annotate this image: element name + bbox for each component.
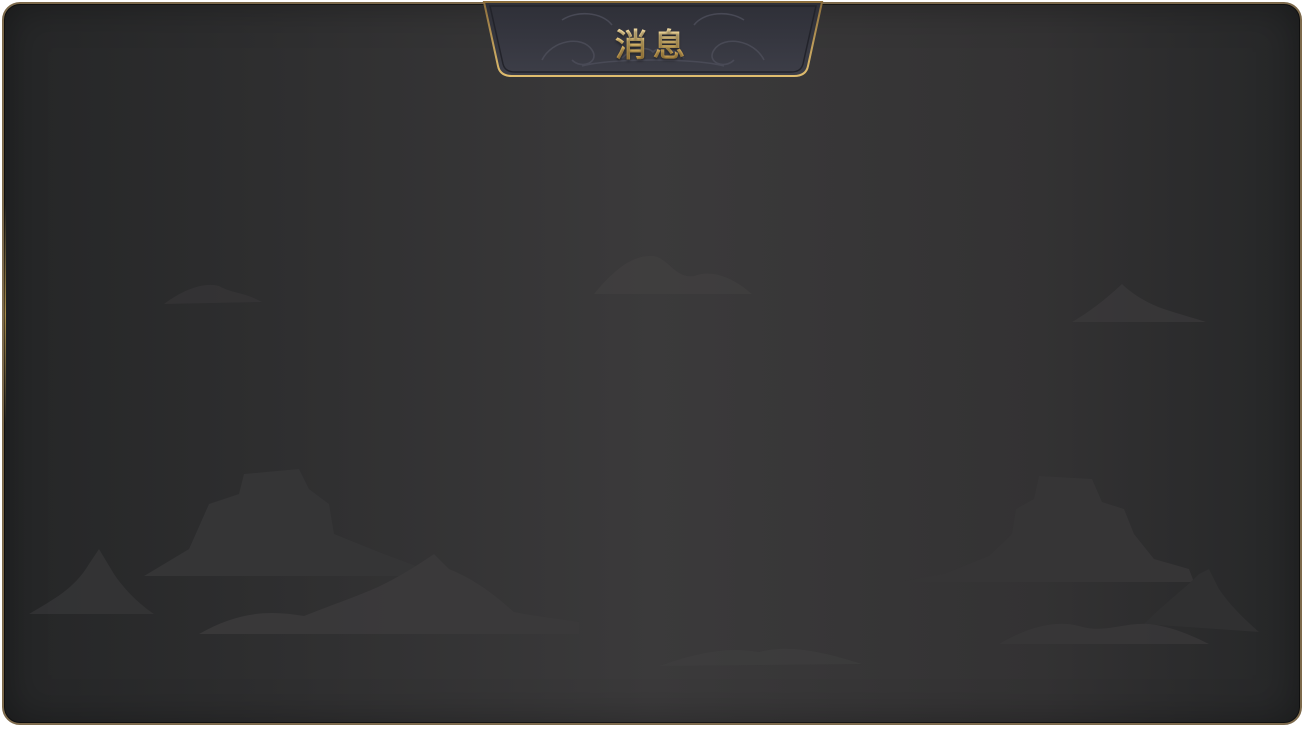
dialog-title: 消息 <box>482 20 824 66</box>
mountain-decoration-bottom-right-ridge <box>999 623 1209 644</box>
mountain-scenery-background <box>29 255 1259 666</box>
mountain-decoration-top-left <box>164 284 262 304</box>
mountain-decoration-bottom-left-peak <box>29 549 154 614</box>
mountain-decoration-top-center <box>594 255 752 294</box>
mountain-decoration-bottom-right-mesa <box>899 476 1194 582</box>
message-dialog-panel <box>2 2 1302 725</box>
mountain-decoration-top-right <box>1072 284 1206 322</box>
mountain-decoration-bottom-left-mesa <box>144 469 424 576</box>
title-tab: 消息 <box>482 0 824 80</box>
cloud-decoration-bottom-center <box>659 648 862 666</box>
